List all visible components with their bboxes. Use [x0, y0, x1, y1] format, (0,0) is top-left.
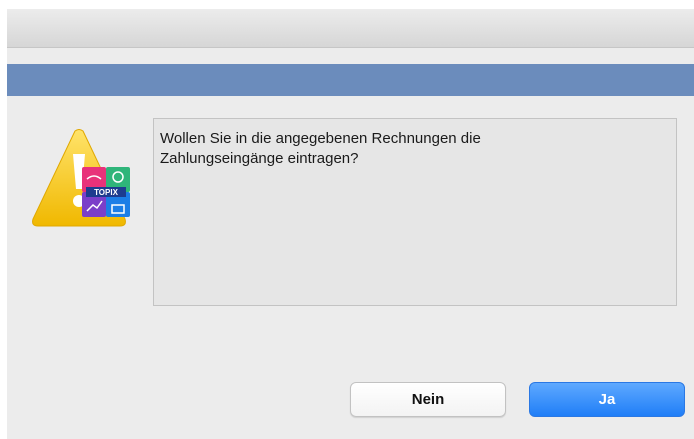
yes-button-label: Ja [598, 391, 616, 408]
dialog-window: TOPIX Wollen Sie in die angegebenen Rech… [7, 9, 694, 439]
no-button[interactable]: Nein [350, 382, 506, 417]
no-button-label: Nein [411, 391, 445, 408]
message-line-1: Wollen Sie in die angegebenen Rechnungen… [160, 130, 481, 147]
header-band [7, 64, 694, 96]
message-box: Wollen Sie in die angegebenen Rechnungen… [153, 118, 677, 306]
warning-icon: TOPIX [30, 129, 150, 239]
svg-text:TOPIX: TOPIX [94, 188, 119, 197]
topix-logo-icon: TOPIX [82, 167, 130, 217]
title-bar [7, 9, 694, 48]
message-line-2: Zahlungseingänge eintragen? [160, 150, 359, 167]
yes-button[interactable]: Ja [529, 382, 685, 417]
